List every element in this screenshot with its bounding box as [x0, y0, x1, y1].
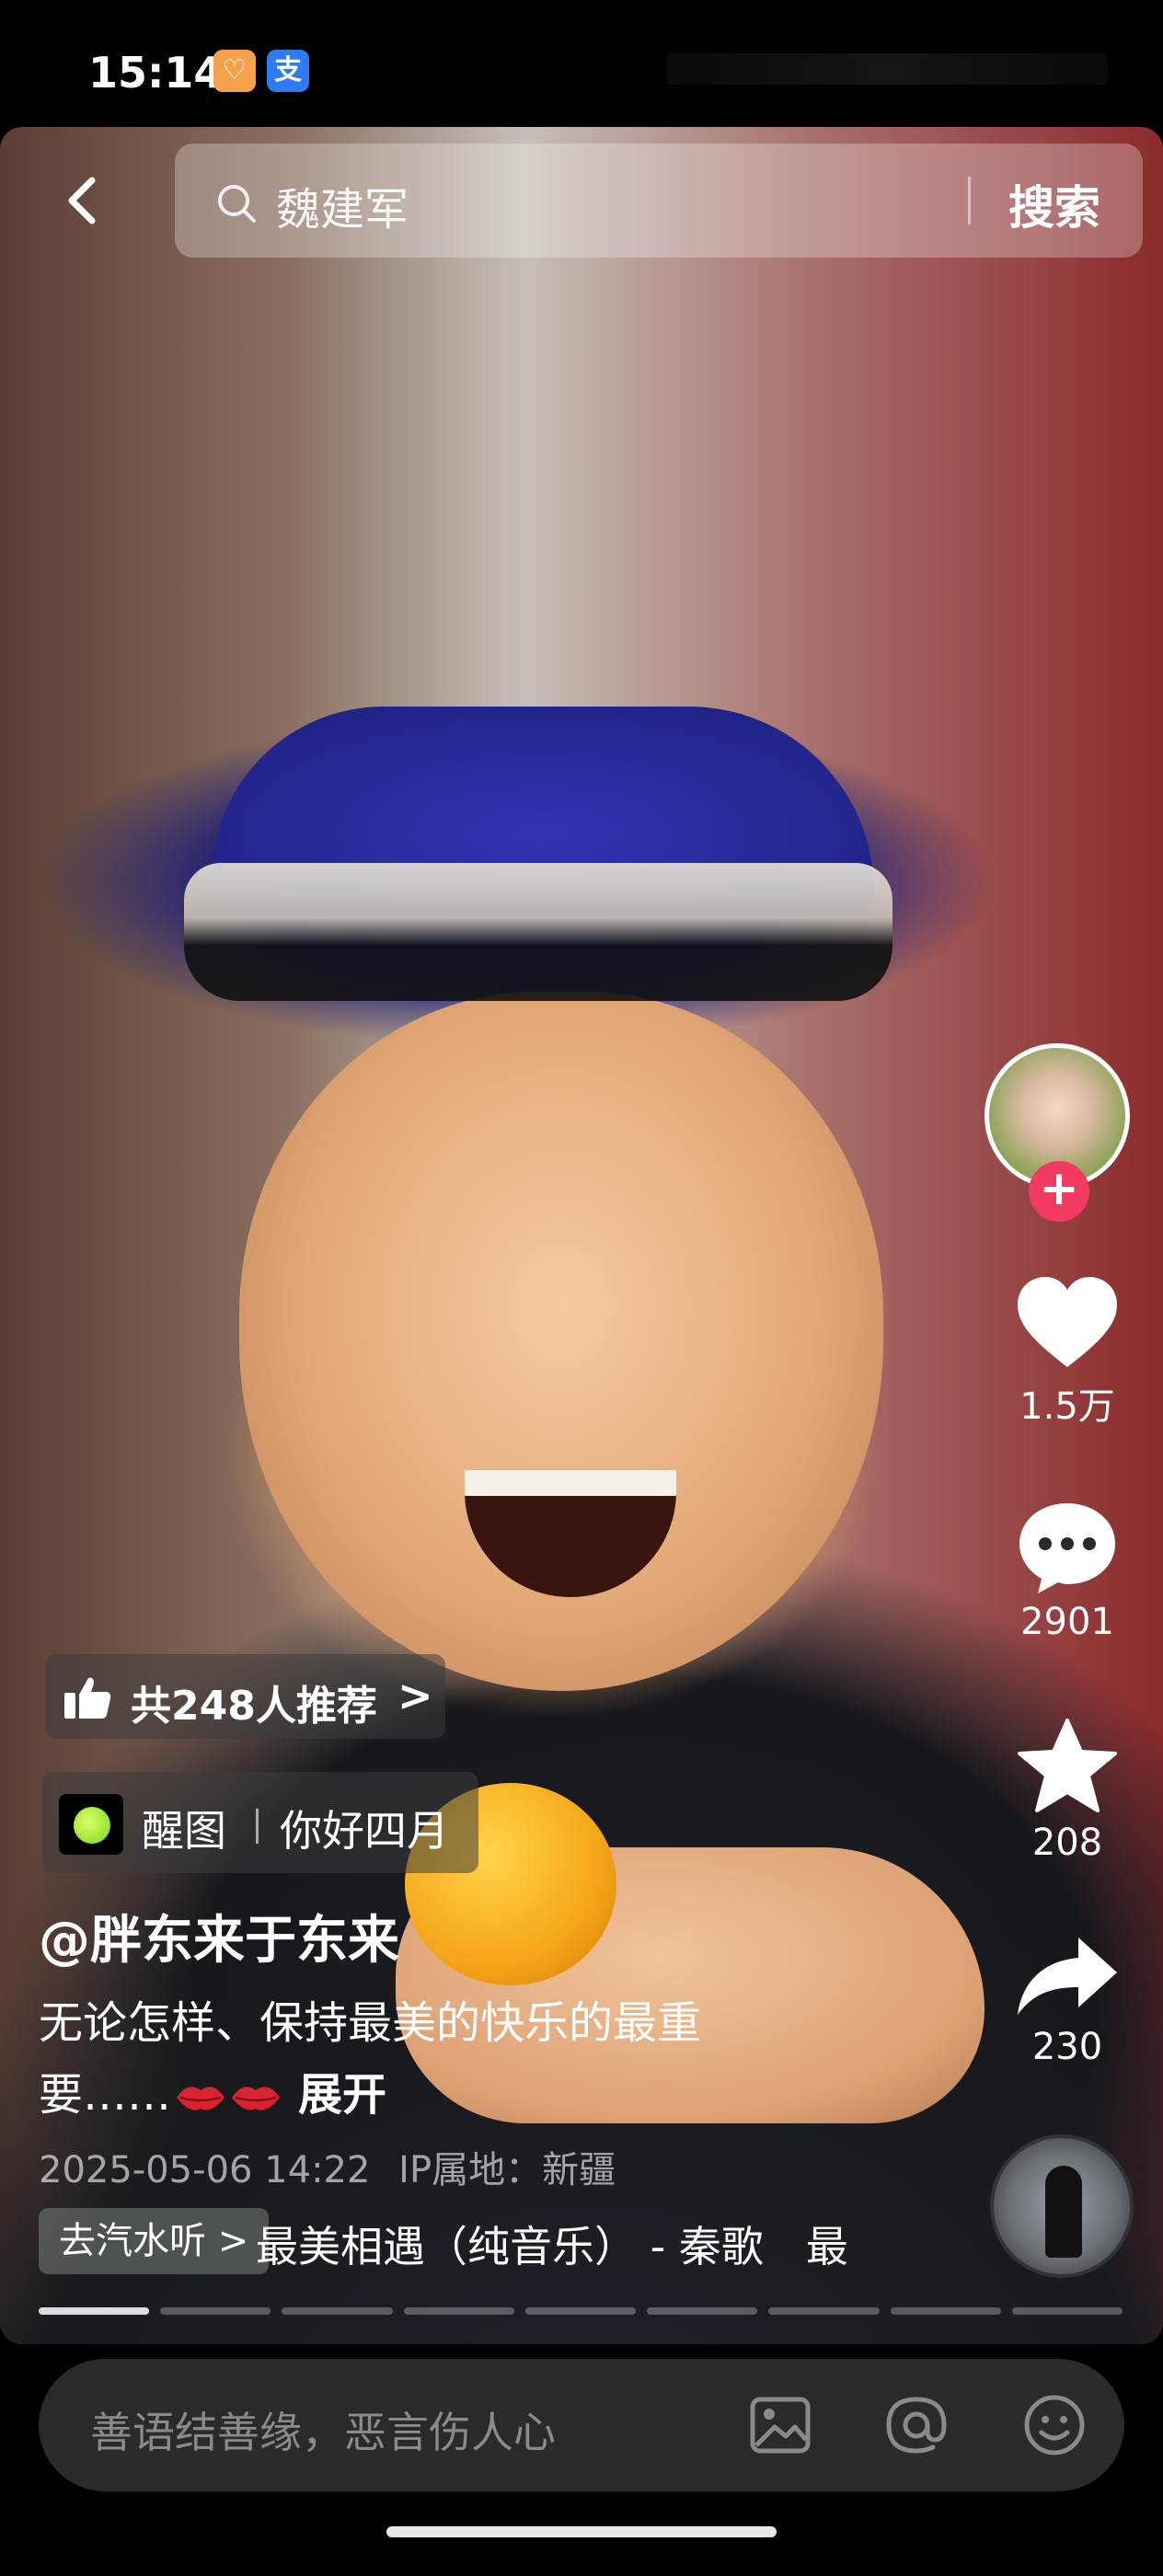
home-indicator[interactable] — [386, 2526, 777, 2537]
app-logo-icon — [59, 1794, 123, 1855]
chevron-right-icon: > — [397, 1671, 433, 1720]
music-row: 去汽水听 > 最美相遇（纯音乐） - 秦歌 最 — [39, 2208, 867, 2278]
favorite-app-icon: ♡ — [213, 50, 256, 92]
favorite-button[interactable]: 208 — [1012, 1717, 1123, 1864]
progress-segment — [39, 2307, 150, 2315]
star-icon — [1018, 1719, 1117, 1812]
like-button[interactable]: 1.5万 — [1012, 1275, 1123, 1430]
open-music-app-button[interactable]: 去汽水听 > — [39, 2208, 270, 2274]
progress-segment — [524, 2307, 637, 2315]
status-bar: 15:14 ♡ 支 — [0, 0, 1163, 129]
post-meta: 2025-05-06 14:22 IP属地：新疆 — [39, 2140, 616, 2193]
progress-segment — [647, 2307, 758, 2315]
status-time: 15:14 — [88, 48, 224, 98]
heart-icon — [1018, 1277, 1117, 1367]
comment-placeholder: 善语结善缘，恶言伤人心 — [90, 2408, 556, 2457]
emoji-icon[interactable] — [1021, 2392, 1088, 2458]
chevron-left-icon — [68, 177, 96, 224]
author-name[interactable]: @胖东来于东来 — [39, 1899, 399, 1973]
image-icon[interactable] — [747, 2392, 813, 2458]
search-divider — [968, 177, 971, 224]
app-chip[interactable]: 醒图 你好四月 — [42, 1772, 478, 1873]
back-button[interactable] — [57, 173, 112, 228]
progress-segment — [282, 2307, 393, 2315]
post-description: 无论怎样、保持最美的快乐的最重要…… 展开 — [39, 1987, 793, 2131]
expand-button[interactable]: 展开 — [298, 2069, 386, 2121]
search-button[interactable]: 搜索 — [1008, 171, 1100, 237]
progress-segment — [160, 2307, 271, 2315]
thumbs-up-icon — [64, 1677, 111, 1719]
follow-button[interactable]: + — [1029, 1161, 1089, 1222]
app-subtitle: 你好四月 — [280, 1806, 449, 1856]
share-button[interactable]: 230 — [1012, 1932, 1123, 2068]
search-icon — [218, 185, 256, 223]
post-location: IP属地：新疆 — [398, 2149, 616, 2191]
search-bar[interactable]: 魏建军 搜索 — [175, 144, 1143, 258]
share-icon — [1018, 1938, 1117, 2015]
share-count: 230 — [1031, 2026, 1103, 2068]
favorite-count: 208 — [1031, 1822, 1103, 1864]
lips-emoji-icon — [232, 2087, 281, 2110]
comment-icon — [1019, 1503, 1115, 1593]
comment-button[interactable]: 2901 — [1012, 1500, 1123, 1643]
post-date: 2025-05-06 14:22 — [39, 2149, 371, 2191]
comment-bar: 善语结善缘，恶言伤人心 — [0, 2344, 1163, 2576]
recommend-label: 共248人推荐 — [131, 1683, 377, 1730]
recommend-chip[interactable]: 共248人推荐 > — [46, 1654, 445, 1739]
progress-segment — [1011, 2307, 1123, 2315]
video-hat-band — [184, 863, 892, 1001]
music-disc[interactable] — [990, 2134, 1134, 2278]
search-input[interactable]: 魏建军 — [276, 173, 409, 237]
alipay-icon: 支 — [267, 50, 309, 92]
progress-segment — [890, 2307, 1001, 2315]
status-icons — [666, 53, 1108, 85]
music-title[interactable]: 最美相遇（纯音乐） - 秦歌 最 — [256, 2214, 848, 2274]
image-progress — [39, 2307, 1123, 2317]
comment-count: 2901 — [1020, 1601, 1114, 1643]
progress-segment — [768, 2307, 880, 2315]
app-name: 醒图 — [142, 1806, 226, 1856]
lips-emoji-icon — [177, 2087, 225, 2110]
like-count: 1.5万 — [1019, 1386, 1115, 1428]
app-chip-divider — [256, 1809, 259, 1844]
progress-segment — [403, 2307, 514, 2315]
comment-input[interactable]: 善语结善缘，恶言伤人心 — [39, 2359, 1124, 2491]
mention-icon[interactable] — [883, 2392, 950, 2458]
